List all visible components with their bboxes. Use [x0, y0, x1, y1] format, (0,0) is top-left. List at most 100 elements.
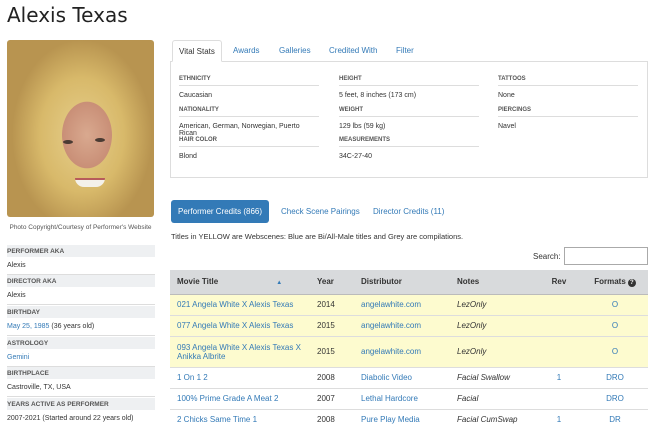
tab-vital-stats[interactable]: Vital Stats [172, 40, 222, 62]
sidebar-value: 2007-2021 (Started around 22 years old) [7, 410, 155, 425]
movie-title-cell: 077 Angela White X Alexis Texas [170, 315, 310, 337]
performer-credits-button[interactable]: Performer Credits (866) [171, 200, 270, 223]
stat-nationality: NATIONALITY American, German, Norwegian, … [179, 107, 319, 137]
year-cell: 2008 [310, 367, 354, 389]
sidebar-value: Castroville, TX, USA [7, 379, 155, 397]
sort-asc-icon: ▲ [276, 280, 283, 287]
header-distributor[interactable]: Distributor [354, 270, 450, 295]
sidebar-value: Alexis [7, 257, 155, 275]
distributor-cell: angelawhite.com [354, 294, 450, 316]
distributor-link[interactable]: Pure Play Media [361, 415, 420, 424]
distributor-link[interactable]: angelawhite.com [361, 321, 421, 330]
tab-galleries[interactable]: Galleries [279, 40, 311, 62]
rev-cell: 1 [536, 409, 582, 425]
movie-title-link[interactable]: 021 Angela White X Alexis Texas [177, 300, 293, 309]
formats-link[interactable]: O [612, 347, 618, 356]
notes-cell: Facial [450, 388, 536, 410]
rev-link[interactable]: 1 [557, 415, 561, 424]
movie-title-cell: 093 Angela White X Alexis Texas X Anikka… [170, 336, 310, 368]
rev-cell [536, 294, 582, 316]
sidebar-label: PERFORMER AKA [7, 245, 155, 257]
notes-cell: Facial Swallow [450, 367, 536, 389]
formats-cell: DRO [582, 388, 648, 410]
formats-cell: DRO [582, 367, 648, 389]
distributor-link[interactable]: Lethal Hardcore [361, 394, 418, 403]
distributor-link[interactable]: angelawhite.com [361, 347, 421, 356]
year-cell: 2015 [310, 315, 354, 337]
sidebar-section: BIRTHDAY May 25, 1985 (36 years old) [7, 306, 155, 336]
formats-link[interactable]: DRO [606, 373, 624, 382]
tab-awards[interactable]: Awards [233, 40, 260, 62]
distributor-cell: Lethal Hardcore [354, 388, 450, 410]
notes-cell: LezOnly [457, 300, 487, 309]
sidebar-section: BIRTHPLACE Castroville, TX, USA [7, 367, 155, 397]
credits-table: Movie Title ▲ Year Distributor Notes Rev … [170, 270, 648, 425]
movie-title-cell: 100% Prime Grade A Meat 2 [170, 388, 310, 410]
formats-cell: O [582, 315, 648, 337]
table-header-row: Movie Title ▲ Year Distributor Notes Rev … [170, 270, 648, 295]
header-movie-title[interactable]: Movie Title ▲ [170, 270, 310, 295]
director-credits-button[interactable]: Director Credits (11) [366, 200, 451, 223]
movie-title-link[interactable]: 093 Angela White X Alexis Texas X Anikka… [177, 343, 301, 361]
year-cell: 2014 [317, 300, 335, 309]
rev-link[interactable]: 1 [557, 373, 561, 382]
sidebar-section: YEARS ACTIVE AS PERFORMER 2007-2021 (Star… [7, 398, 155, 425]
sidebar-text: Castroville, TX, USA [7, 384, 71, 391]
formats-link[interactable]: O [612, 300, 618, 309]
header-notes[interactable]: Notes [450, 270, 536, 295]
stat-measurements: MEASUREMENTS 34C-27-40 [339, 137, 479, 160]
year-cell: 2015 [317, 347, 335, 356]
formats-cell: O [582, 336, 648, 368]
table-row: 1 On 1 2 2008 Diabolic Video Facial Swallow… [170, 367, 648, 389]
sidebar-value: Alexis [7, 287, 155, 305]
search-input[interactable] [564, 247, 648, 265]
header-year[interactable]: Year [310, 270, 354, 295]
help-icon[interactable]: ? [627, 278, 636, 287]
formats-cell: O [582, 294, 648, 316]
sidebar-text: Alexis [7, 262, 26, 269]
movie-title-link[interactable]: 100% Prime Grade A Meat 2 [177, 394, 278, 403]
check-scene-pairings-button[interactable]: Check Scene Pairings [274, 200, 367, 223]
stat-hair-color: HAIR COLOR Blond [179, 137, 319, 160]
formats-link[interactable]: O [612, 321, 618, 330]
tab-credited-with[interactable]: Credited With [329, 40, 377, 62]
sidebar-label: DIRECTOR AKA [7, 275, 155, 287]
sidebar-link[interactable]: Gemini [7, 354, 29, 361]
notes-cell: Facial [457, 394, 479, 403]
sidebar-text: 2007-2021 (Started around 22 years old) [7, 415, 134, 422]
table-row: 093 Angela White X Alexis Texas X Anikka… [170, 336, 648, 368]
table-row: 021 Angela White X Alexis Texas 2014 angel… [170, 294, 648, 316]
notes-cell: Facial CumSwap [457, 415, 518, 424]
movie-title-link[interactable]: 1 On 1 2 [177, 373, 208, 382]
movie-title-cell: 2 Chicks Same Time 1 [170, 409, 310, 425]
header-formats[interactable]: Formats? [582, 270, 648, 295]
rev-cell: 1 [536, 367, 582, 389]
sidebar-text: Alexis [7, 292, 26, 299]
notes-cell: LezOnly [450, 336, 536, 368]
formats-link[interactable]: DR [609, 415, 621, 424]
movie-title-cell: 1 On 1 2 [170, 367, 310, 389]
notes-cell: Facial CumSwap [450, 409, 536, 425]
distributor-link[interactable]: Diabolic Video [361, 373, 412, 382]
rev-cell [536, 315, 582, 337]
page-title: Alexis Texas [7, 3, 128, 27]
notes-cell: LezOnly [450, 294, 536, 316]
formats-link[interactable]: DRO [606, 394, 624, 403]
table-row: 2 Chicks Same Time 1 2008 Pure Play Media F… [170, 409, 648, 425]
movie-title-link[interactable]: 2 Chicks Same Time 1 [177, 415, 257, 424]
notes-cell: LezOnly [457, 321, 487, 330]
distributor-cell: Diabolic Video [354, 367, 450, 389]
photo-caption: Photo Copyright/Courtesy of Performer's … [9, 224, 152, 231]
performer-photo [7, 40, 154, 217]
year-cell: 2008 [317, 415, 335, 424]
distributor-link[interactable]: angelawhite.com [361, 300, 421, 309]
sidebar-link[interactable]: May 25, 1985 [7, 323, 49, 330]
tab-filter[interactable]: Filter [396, 40, 414, 62]
profile-tabs: Vital Stats Awards Galleries Credited Wi… [170, 40, 648, 62]
rev-cell [536, 388, 582, 410]
search-label: Search: [533, 252, 561, 261]
movie-title-link[interactable]: 077 Angela White X Alexis Texas [177, 321, 293, 330]
legend-note: Titles in YELLOW are Webscenes: Blue are… [171, 232, 464, 241]
table-row: 100% Prime Grade A Meat 2 2007 Lethal Hard… [170, 388, 648, 410]
header-rev[interactable]: Rev [536, 270, 582, 295]
